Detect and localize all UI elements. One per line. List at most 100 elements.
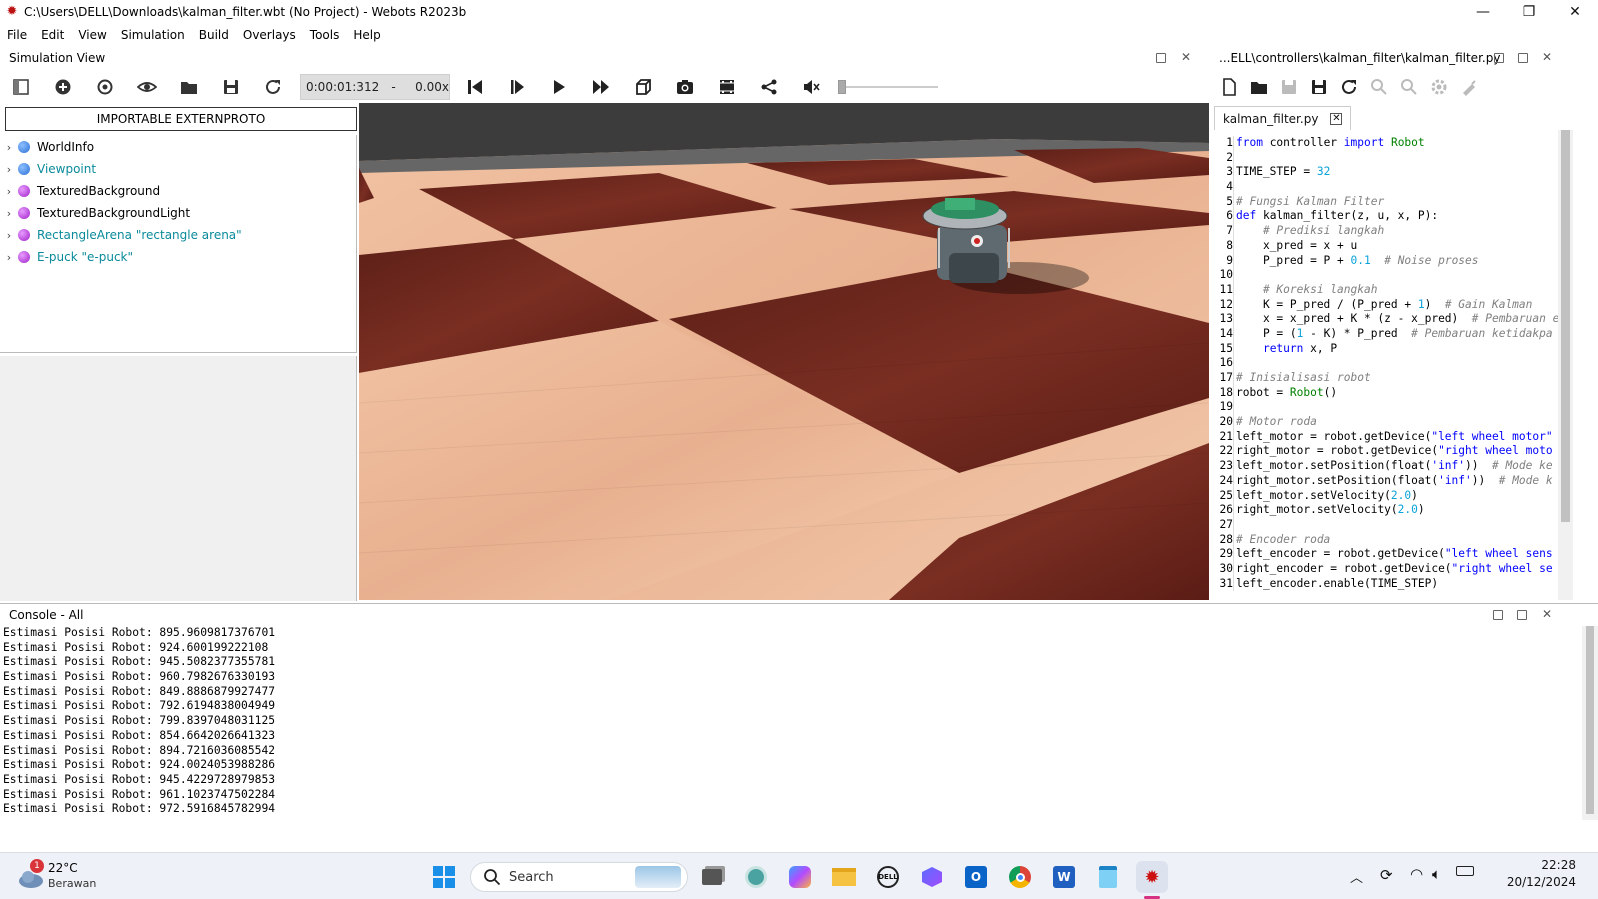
menu-view[interactable]: View [71, 28, 113, 42]
code-line[interactable]: robot = Robot() [1236, 386, 1558, 401]
clock-date[interactable]: 20/12/2024 [1498, 875, 1576, 889]
code-line[interactable]: K = P_pred / (P_pred + 1) # Gain Kalman [1236, 298, 1558, 313]
undock-icon[interactable] [1494, 53, 1504, 63]
volume-slider-handle[interactable] [838, 79, 846, 94]
webots-taskbar-icon[interactable]: ✹ [1136, 861, 1168, 893]
reset-view-icon[interactable] [90, 72, 120, 102]
maximize-panel-icon[interactable] [1517, 610, 1527, 620]
undock-icon[interactable] [1493, 610, 1503, 620]
expand-chevron-icon[interactable]: › [0, 251, 18, 264]
code-line[interactable]: right_motor.setVelocity(2.0) [1236, 503, 1558, 518]
code-line[interactable]: P = (1 - K) * P_pred # Pembaruan ketidak… [1236, 327, 1558, 342]
menu-file[interactable]: File [0, 28, 34, 42]
chrome-icon[interactable] [1004, 861, 1036, 893]
save-file-disabled-icon[interactable] [1274, 72, 1304, 102]
undock-icon[interactable] [1156, 53, 1166, 63]
close-button[interactable]: ✕ [1552, 0, 1598, 24]
code-line[interactable]: # Koreksi langkah [1236, 283, 1558, 298]
close-panel-icon[interactable]: ✕ [1542, 50, 1552, 64]
open-world-icon[interactable] [174, 72, 204, 102]
taskbar-search[interactable]: Search [470, 862, 688, 892]
media-app-icon[interactable] [916, 861, 948, 893]
open-file-icon[interactable] [1244, 72, 1274, 102]
new-file-icon[interactable] [1214, 72, 1244, 102]
code-editor[interactable]: 1 2 3 4 5 6 7 8 9 10 11 12 13 14 15 16 17 18 19 20 21 22 23 24 2… [1212, 130, 1558, 600]
code-line[interactable] [1236, 268, 1558, 283]
scene-node-worldinfo[interactable]: › WorldInfo [0, 136, 356, 158]
reset-simulation-icon[interactable] [460, 72, 490, 102]
save-world-icon[interactable] [216, 72, 246, 102]
scene-node-rectanglearena[interactable]: › RectangleArena "rectangle arena" [0, 224, 356, 246]
tab-kalman-filter[interactable]: kalman_filter.py ✕ [1214, 106, 1352, 130]
fast-forward-icon[interactable] [586, 72, 616, 102]
code-line[interactable]: # Prediksi langkah [1236, 224, 1558, 239]
code-line[interactable]: P_pred = P + 0.1 # Noise proses [1236, 254, 1558, 269]
play-icon[interactable] [544, 72, 574, 102]
menu-tools[interactable]: Tools [303, 28, 347, 42]
code-line[interactable]: left_motor.setVelocity(2.0) [1236, 489, 1558, 504]
editor-scrollbar[interactable] [1558, 130, 1573, 600]
weather-widget[interactable]: 1 22°C Berawan [14, 859, 114, 895]
code-line[interactable]: right_motor = robot.getDevice("right whe… [1236, 444, 1558, 459]
code-line[interactable]: x = x_pred + K * (z - x_pred) # Pembarua… [1236, 312, 1558, 327]
volume-icon[interactable]: 🔈︎ [1432, 865, 1441, 883]
code-line[interactable]: # Fungsi Kalman Filter [1236, 195, 1558, 210]
scene-node-viewpoint[interactable]: › Viewpoint [0, 158, 356, 180]
code-line[interactable]: left_encoder = robot.getDevice("left whe… [1236, 547, 1558, 562]
dell-icon[interactable]: DELL [872, 861, 904, 893]
scene-node-texturedbackground[interactable]: › TexturedBackground [0, 180, 356, 202]
menu-build[interactable]: Build [192, 28, 236, 42]
chevron-up-icon[interactable]: ︿ [1350, 867, 1363, 886]
3d-view[interactable] [359, 103, 1209, 600]
expand-chevron-icon[interactable]: › [0, 207, 18, 220]
maximize-button[interactable]: ❐ [1506, 0, 1552, 24]
screenshot-camera-icon[interactable] [670, 72, 700, 102]
code-line[interactable] [1236, 151, 1558, 166]
find-icon[interactable] [1364, 72, 1394, 102]
battery-icon[interactable] [1456, 866, 1474, 876]
code-line[interactable]: from controller import Robot [1236, 136, 1558, 151]
close-panel-icon[interactable]: ✕ [1542, 607, 1552, 621]
clean-brush-icon[interactable] [1454, 72, 1484, 102]
close-panel-icon[interactable]: ✕ [1181, 50, 1191, 64]
mute-icon[interactable] [796, 72, 826, 102]
task-view-icon[interactable] [696, 861, 728, 893]
menu-help[interactable]: Help [346, 28, 387, 42]
code-line[interactable] [1236, 518, 1558, 533]
volume-slider[interactable] [838, 77, 938, 97]
copilot-icon[interactable] [784, 861, 816, 893]
code-line[interactable] [1236, 356, 1558, 371]
code-line[interactable]: right_encoder = robot.getDevice("right w… [1236, 562, 1558, 577]
code-line[interactable]: def kalman_filter(z, u, x, P): [1236, 209, 1558, 224]
sync-icon[interactable]: ⟳ [1380, 866, 1393, 884]
editor-scrollbar-thumb[interactable] [1561, 130, 1570, 522]
add-node-icon[interactable] [48, 72, 78, 102]
scene-node-epuck[interactable]: › E-puck "e-puck" [0, 246, 356, 268]
menu-edit[interactable]: Edit [34, 28, 71, 42]
expand-chevron-icon[interactable]: › [0, 141, 18, 154]
code-line[interactable]: return x, P [1236, 342, 1558, 357]
minimize-button[interactable]: — [1460, 0, 1506, 24]
code-line[interactable]: TIME_STEP = 32 [1236, 165, 1558, 180]
expand-chevron-icon[interactable]: › [0, 229, 18, 242]
wifi-icon[interactable]: ◠ [1410, 865, 1423, 883]
tab-close-icon[interactable]: ✕ [1330, 112, 1343, 125]
menu-simulation[interactable]: Simulation [114, 28, 192, 42]
scene-node-texturedbackgroundlight[interactable]: › TexturedBackgroundLight [0, 202, 356, 224]
code-text[interactable]: from controller import Robot TIME_STEP =… [1236, 136, 1558, 591]
build-gear-icon[interactable] [1424, 72, 1454, 102]
code-line[interactable]: # Inisialisasi robot [1236, 371, 1558, 386]
code-line[interactable] [1236, 400, 1558, 415]
start-button[interactable] [428, 861, 460, 893]
outlook-icon[interactable]: O [960, 861, 992, 893]
step-icon[interactable] [502, 72, 532, 102]
toggle-scene-tree-icon[interactable] [6, 72, 36, 102]
3d-scene[interactable] [359, 103, 1209, 600]
notepad-icon[interactable] [1092, 861, 1124, 893]
maximize-panel-icon[interactable] [1518, 53, 1528, 63]
code-line[interactable]: right_motor.setPosition(float('inf')) # … [1236, 474, 1558, 489]
code-line[interactable]: left_motor.setPosition(float('inf')) # M… [1236, 459, 1558, 474]
reload-world-icon[interactable] [258, 72, 288, 102]
code-line[interactable]: # Encoder roda [1236, 533, 1558, 548]
code-line[interactable]: left_encoder.enable(TIME_STEP) [1236, 577, 1558, 592]
